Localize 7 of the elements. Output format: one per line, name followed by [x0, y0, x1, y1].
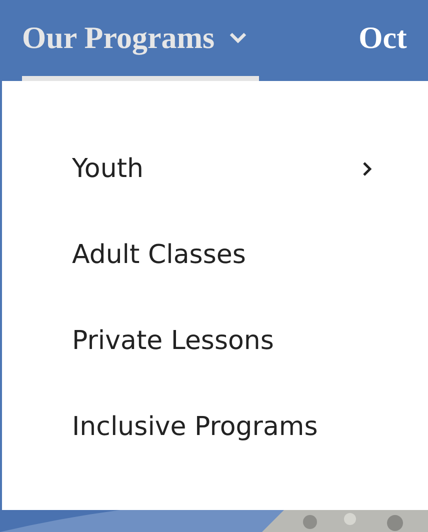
nav-link[interactable]: Oct: [358, 0, 407, 81]
menu-item[interactable]: Youth: [2, 126, 428, 212]
chevron-right-icon: [362, 161, 372, 177]
menu-item[interactable]: Inclusive Programs: [2, 384, 428, 470]
chevron-down-icon: [228, 32, 247, 44]
menu-item[interactable]: Adult Classes: [2, 212, 428, 298]
menu-item[interactable]: Private Lessons: [2, 298, 428, 384]
